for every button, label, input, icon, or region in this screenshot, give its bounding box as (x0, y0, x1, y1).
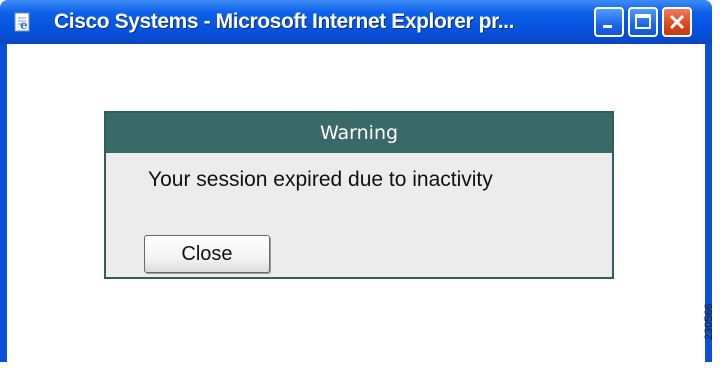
svg-text:e: e (20, 18, 28, 32)
window-title: Cisco Systems - Microsoft Internet Explo… (54, 10, 515, 33)
title-bar[interactable]: e Cisco Systems - Microsoft Internet Exp… (0, 0, 712, 44)
maximize-icon (635, 14, 651, 29)
close-icon (669, 14, 685, 30)
session-expired-message: Your session expired due to inactivity (148, 168, 493, 191)
dialog-header: Warning (106, 113, 612, 153)
browser-content: Warning Your session expired due to inac… (7, 44, 705, 362)
maximize-button[interactable] (628, 7, 658, 37)
minimize-button[interactable] (594, 7, 624, 37)
browser-window: e Cisco Systems - Microsoft Internet Exp… (0, 0, 712, 362)
ie-page-icon: e (12, 11, 34, 33)
warning-dialog: Warning Your session expired due to inac… (104, 111, 614, 279)
close-window-button[interactable] (662, 7, 692, 37)
figure-id: 230566 (703, 303, 715, 340)
close-button[interactable]: Close (144, 235, 270, 273)
minimize-icon (603, 25, 612, 28)
